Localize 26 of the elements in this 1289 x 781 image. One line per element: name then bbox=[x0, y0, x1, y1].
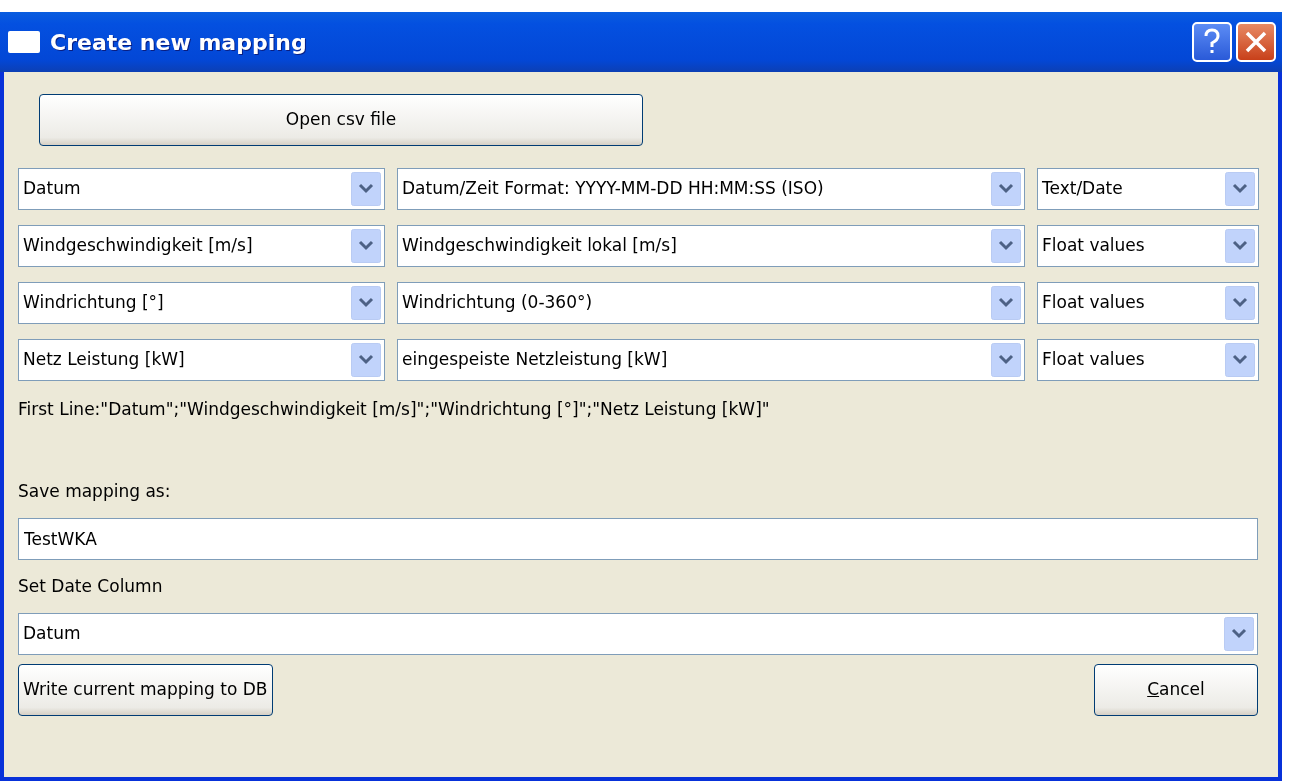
target-field-dropdown[interactable]: Windgeschwindigkeit lokal [m/s] bbox=[397, 225, 1025, 267]
write-to-db-button[interactable]: Write current mapping to DB bbox=[18, 663, 273, 716]
source-column-dropdown[interactable]: Windrichtung [°] bbox=[18, 282, 385, 324]
close-button[interactable] bbox=[1236, 22, 1276, 62]
source-column-dropdown[interactable]: Windgeschwindigkeit [m/s] bbox=[18, 225, 385, 267]
value-type-dropdown[interactable]: Text/Date bbox=[1037, 168, 1259, 210]
open-csv-button[interactable]: Open csv file bbox=[39, 94, 643, 146]
first-line-text: First Line:"Datum";"Windgeschwindigkeit [m/s]";"Windrichtung [°]";"Netz Leistung [kW]" bbox=[18, 398, 770, 421]
date-column-label: Set Date Column bbox=[18, 575, 163, 598]
cancel-button[interactable]: Cancel bbox=[1094, 663, 1258, 716]
value-type-dropdown[interactable]: Float values bbox=[1037, 282, 1259, 324]
question-mark-icon bbox=[1203, 28, 1221, 56]
date-column-dropdown[interactable]: Datum bbox=[18, 612, 1258, 655]
save-mapping-label: Save mapping as: bbox=[18, 479, 171, 503]
window-title: Create new mapping bbox=[50, 28, 308, 57]
target-field-dropdown[interactable]: Windrichtung (0-360°) bbox=[397, 282, 1025, 324]
window-icon bbox=[8, 31, 40, 53]
target-field-dropdown[interactable]: eingespeiste Netzleistung [kW] bbox=[397, 339, 1025, 381]
mapping-name-field[interactable]: TestWKA bbox=[18, 518, 1258, 560]
source-column-dropdown[interactable]: Netz Leistung [kW] bbox=[18, 339, 385, 381]
source-column-dropdown[interactable]: Datum bbox=[18, 168, 385, 210]
help-button[interactable] bbox=[1192, 22, 1232, 62]
close-icon bbox=[1244, 30, 1268, 54]
value-type-dropdown[interactable]: Float values bbox=[1037, 225, 1259, 267]
target-field-dropdown[interactable]: Datum/Zeit Format: YYYY-MM-DD HH:MM:SS (ISO) bbox=[397, 168, 1025, 210]
value-type-dropdown[interactable]: Float values bbox=[1037, 339, 1259, 381]
